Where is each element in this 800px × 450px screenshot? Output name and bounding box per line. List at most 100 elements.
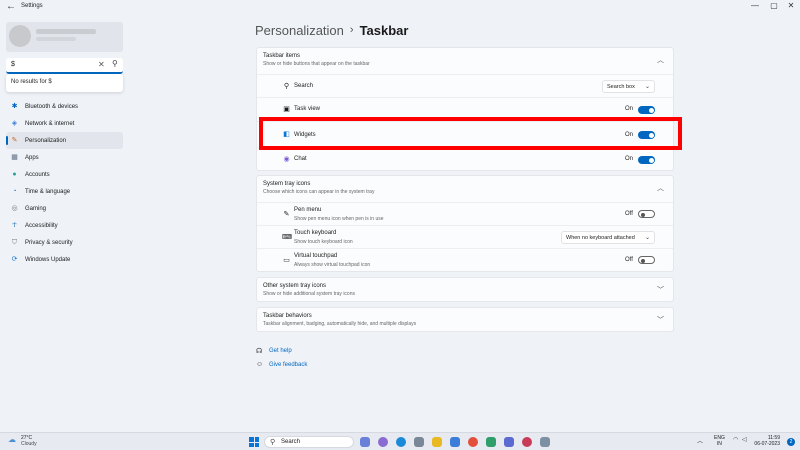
setting-label: Pen menu <box>294 207 322 213</box>
chevron-up-icon[interactable]: ︿ <box>657 55 664 65</box>
title-bar: ← Settings — ▢ ✕ <box>0 0 800 16</box>
sidebar-item-label: Apps <box>25 154 39 161</box>
account-icon: ● <box>12 171 17 178</box>
chevron-down-icon[interactable]: ﹀ <box>657 285 664 295</box>
setting-label: Touch keyboard <box>294 230 337 236</box>
notification-badge[interactable]: 2 <box>787 438 795 446</box>
toggle-state-label: Off <box>625 211 633 217</box>
search-icon: ⚲ <box>283 83 290 90</box>
chevron-down-icon[interactable]: ﹀ <box>657 315 664 325</box>
taskbar-search-label: Search <box>281 439 301 445</box>
weather-condition: Cloudy <box>21 441 37 447</box>
profile-email-blurred <box>36 37 76 41</box>
sidebar-item-apps[interactable]: ▦ Apps <box>6 149 123 166</box>
chevron-right-icon: › <box>349 24 354 36</box>
virtual-touchpad-toggle[interactable] <box>638 256 655 264</box>
volume-icon[interactable]: ◁ <box>742 436 747 443</box>
search-icon[interactable]: ⚲ <box>112 59 118 68</box>
task-view-toggle[interactable] <box>638 106 655 114</box>
explorer-app-icon[interactable] <box>432 437 442 447</box>
sidebar-item-accessibility[interactable]: ☥ Accessibility <box>6 217 123 234</box>
taskbar-items-header[interactable]: Taskbar items Show or hide buttons that … <box>257 48 673 73</box>
section-description: Choose which icons can appear in the sys… <box>263 189 375 195</box>
other-tray-header[interactable]: Other system tray icons Show or hide add… <box>257 278 673 303</box>
help-icon: ☊ <box>256 348 263 355</box>
chat-icon: ◉ <box>283 156 290 163</box>
sidebar-item-bluetooth-devices[interactable]: ✱ Bluetooth & devices <box>6 98 123 115</box>
pen-menu-toggle[interactable] <box>638 210 655 218</box>
app-icon-blue[interactable] <box>504 437 514 447</box>
get-help-link[interactable]: ☊ Get help <box>256 347 292 355</box>
mail-app-icon[interactable] <box>450 437 460 447</box>
dropdown-value: When no keyboard attached <box>566 235 635 241</box>
edge-app-icon[interactable] <box>396 437 406 447</box>
setting-row-touch-keyboard: ⌨ Touch keyboard Show touch keyboard ico… <box>257 225 673 248</box>
section-description: Show or hide buttons that appear on the … <box>263 61 370 67</box>
sidebar-item-personalization[interactable]: ✎ Personalization <box>6 132 123 149</box>
sidebar-item-windows-update[interactable]: ⟳ Windows Update <box>6 251 123 268</box>
keyboard-icon: ⌨ <box>282 234 293 241</box>
sidebar-item-accounts[interactable]: ● Accounts <box>6 166 123 183</box>
dropdown-value: Search box <box>607 84 635 90</box>
chevron-down-icon: ⌄ <box>644 84 650 90</box>
touchpad-icon: ▭ <box>283 257 290 264</box>
search-icon: ⚲ <box>270 439 276 446</box>
section-title: Other system tray icons <box>263 283 327 289</box>
give-feedback-label: Give feedback <box>269 361 308 368</box>
chrome-app-icon[interactable] <box>468 437 478 447</box>
settings-search-input[interactable]: $ ✕ ⚲ <box>6 58 123 74</box>
section-description: Show or hide additional system tray icon… <box>263 291 355 297</box>
sidebar-item-network-internet[interactable]: ◈ Network & internet <box>6 115 123 132</box>
close-button[interactable]: ✕ <box>780 1 800 10</box>
region-code: IN <box>716 441 722 447</box>
gamepad-icon: ◎ <box>11 205 18 212</box>
touch-keyboard-dropdown[interactable]: When no keyboard attached ⌄ <box>561 231 655 244</box>
task-view-app-icon[interactable] <box>360 437 370 447</box>
setting-row-chat: ◉ Chat On <box>257 147 673 170</box>
clear-icon[interactable]: ✕ <box>98 60 105 69</box>
search-results-dropdown: No results for $ <box>6 74 123 92</box>
widgets-highlight-box <box>259 117 682 150</box>
get-help-label: Get help <box>269 348 292 354</box>
setting-row-virtual-touchpad: ▭ Virtual touchpad Always show virtual t… <box>257 248 673 271</box>
sidebar-item-label: Accounts <box>25 171 50 178</box>
wifi-icon[interactable]: ◠ <box>733 436 738 443</box>
app-icon-red[interactable] <box>522 437 532 447</box>
taskbar-behaviors-section[interactable]: Taskbar behaviors Taskbar alignment, bad… <box>256 307 674 332</box>
chat-app-icon[interactable] <box>378 437 388 447</box>
other-tray-icons-section[interactable]: Other system tray icons Show or hide add… <box>256 277 674 302</box>
section-description: Taskbar alignment, badging, automaticall… <box>263 321 417 327</box>
start-button[interactable] <box>249 437 259 447</box>
chat-toggle[interactable] <box>638 156 655 164</box>
breadcrumb-personalization[interactable]: Personalization <box>255 23 344 38</box>
setting-description: Show pen menu icon when pen is in use <box>294 216 384 222</box>
user-profile[interactable] <box>6 22 123 52</box>
sidebar-item-time-language[interactable]: ◔ Time & language <box>6 183 123 200</box>
system-tray-icons-section: System tray icons Choose which icons can… <box>256 175 674 272</box>
app-icon-green[interactable] <box>486 437 496 447</box>
sidebar-item-label: Time & language <box>25 188 71 195</box>
task-view-icon: ▣ <box>283 106 290 113</box>
globe-clock-icon: ◔ <box>12 188 17 195</box>
sidebar-item-label: Windows Update <box>25 256 71 263</box>
setting-description: Always show virtual touchpad icon <box>294 262 371 268</box>
pen-icon: ✎ <box>283 211 290 218</box>
taskbar-search[interactable]: ⚲ Search <box>264 436 354 448</box>
system-tray-header[interactable]: System tray icons Choose which icons can… <box>257 176 673 201</box>
give-feedback-link[interactable]: ☺ Give feedback <box>256 361 307 368</box>
search-mode-dropdown[interactable]: Search box ⌄ <box>602 80 655 93</box>
sidebar-item-gaming[interactable]: ◎ Gaming <box>6 200 123 217</box>
settings-app-icon[interactable] <box>540 437 550 447</box>
window-title: Settings <box>21 3 43 9</box>
taskbar-behaviors-header[interactable]: Taskbar behaviors Taskbar alignment, bad… <box>257 308 673 333</box>
sidebar-item-privacy-security[interactable]: ⛉ Privacy & security <box>6 234 123 251</box>
system-clock[interactable]: 11:59 06-07-2023 <box>752 435 780 447</box>
chevron-up-icon[interactable]: ︿ <box>657 183 664 193</box>
sidebar-item-label: Accessibility <box>25 222 58 229</box>
section-title: Taskbar behaviors <box>263 313 312 319</box>
chevron-up-icon[interactable]: ︿ <box>697 436 703 445</box>
language-indicator[interactable]: ENG IN <box>714 435 725 447</box>
search-value: $ <box>11 61 15 68</box>
back-arrow-icon[interactable]: ← <box>6 1 16 12</box>
store-app-icon[interactable] <box>414 437 424 447</box>
